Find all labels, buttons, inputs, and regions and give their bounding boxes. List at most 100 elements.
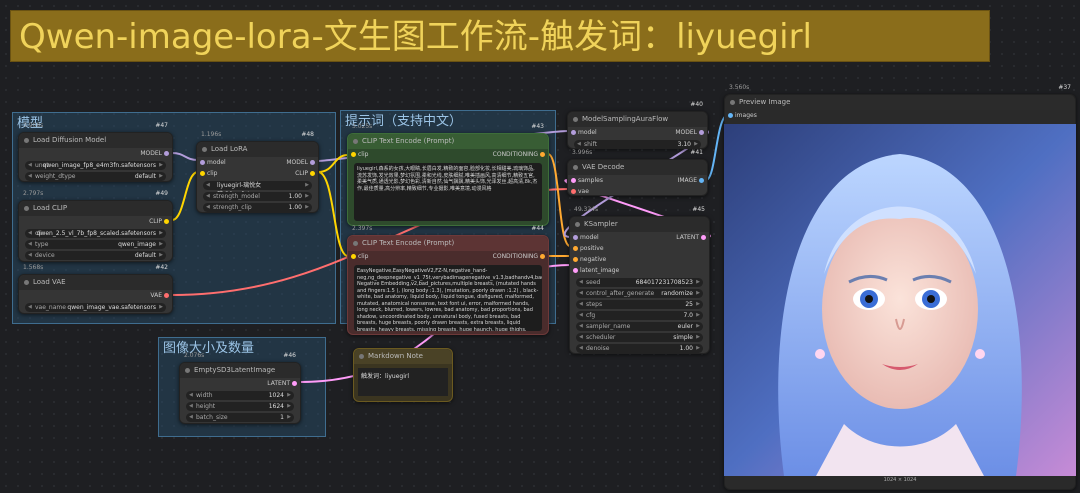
node-title: Load Diffusion Model	[19, 133, 172, 148]
widget-value: 1624	[268, 403, 284, 410]
input-clip-socket[interactable]	[200, 171, 205, 176]
widget-value: 1.00	[679, 345, 693, 352]
node-empty-sd3-latent-image[interactable]: 2.076s #46 EmptySD3LatentImage LATENT wi…	[179, 352, 301, 424]
input-positive-socket[interactable]	[573, 246, 578, 251]
output-latent: LATENT	[267, 380, 290, 387]
output-clip-socket[interactable]	[310, 171, 315, 176]
output-conditioning-socket[interactable]	[540, 254, 545, 259]
batch-size-widget[interactable]: batch_size 1	[186, 413, 294, 422]
input-model-socket[interactable]	[200, 160, 205, 165]
node-time: 2.397s	[352, 225, 373, 232]
cfg-widget[interactable]: cfg 7.0	[576, 311, 703, 320]
node-id: #47	[155, 122, 168, 129]
widget-value: 3.10	[677, 141, 691, 148]
node-id: #41	[690, 149, 703, 156]
vae-name-widget[interactable]: vae_nameqwen_image_vae.safetensors	[25, 303, 166, 312]
widget-value: randomize	[661, 290, 693, 297]
input-clip: clip	[358, 253, 369, 260]
widget-label: strength_model	[213, 193, 260, 200]
input-images-socket[interactable]	[728, 113, 733, 118]
widget-label: weight_dtype	[35, 173, 76, 180]
node-load-lora[interactable]: 1.196s #48 Load LoRA model MODEL clip CLIP…	[196, 131, 319, 213]
input-model: model	[207, 159, 226, 166]
node-title: Preview Image	[725, 95, 1075, 110]
node-time: 3.996s	[572, 149, 593, 156]
node-title: KSampler	[570, 217, 709, 232]
scheduler-widget[interactable]: scheduler simple	[576, 333, 703, 342]
node-title: CLIP Text Encode (Prompt)	[348, 236, 548, 251]
widget-value: 25	[685, 301, 693, 308]
output-model-socket[interactable]	[310, 160, 315, 165]
widget-value: default	[134, 173, 156, 180]
node-id: #48	[301, 131, 314, 138]
node-model-sampling-auraflow[interactable]: #40 ModelSamplingAuraFlow model MODEL shi…	[567, 101, 708, 149]
widget-label: batch_size	[196, 414, 228, 421]
clip-device-widget[interactable]: device default	[25, 251, 166, 260]
steps-widget[interactable]: steps 25	[576, 300, 703, 309]
node-markdown-note[interactable]: Markdown Note 触发词：liyuegirl	[353, 348, 453, 402]
widget-value: 1	[280, 414, 284, 421]
node-id: #40	[690, 101, 703, 108]
input-vae-socket[interactable]	[571, 189, 576, 194]
output-latent-socket[interactable]	[701, 235, 706, 240]
node-load-diffusion-model[interactable]: 3.908s #47 Load Diffusion Model MODEL un…	[18, 122, 173, 182]
input-images: images	[735, 112, 757, 119]
strength-clip-widget[interactable]: strength_clip 1.00	[203, 203, 312, 212]
widget-label: cfg	[586, 312, 596, 319]
widget-label: width	[196, 392, 213, 399]
output-conditioning: CONDITIONING	[492, 151, 538, 158]
input-model-socket[interactable]	[571, 130, 576, 135]
widget-value: qwen_2.5_vl_7b_fp8_scaled.safetensors	[36, 230, 156, 237]
positive-prompt-textarea[interactable]: liyuegirl,森系的女孩,大眼睛,长眉白发,精致的面容,脸部化妆,长相甜美…	[354, 163, 542, 221]
clip-type-widget[interactable]: type qwen_image	[25, 240, 166, 249]
input-model: model	[578, 129, 597, 136]
node-ksampler[interactable]: 49.324s #45 KSampler model LATENT positiv…	[569, 206, 710, 354]
input-model-socket[interactable]	[573, 235, 578, 240]
widget-value: 7.0	[683, 312, 693, 319]
node-positive-prompt[interactable]: 3.025s #43 CLIP Text Encode (Prompt) cli…	[347, 123, 549, 226]
node-load-vae[interactable]: 1.568s #42 Load VAE VAE vae_nameqwen_ima…	[18, 264, 173, 314]
node-load-clip[interactable]: 2.797s #49 Load CLIP CLIP cliqwen_2.5_vl…	[18, 190, 173, 262]
node-title: Load CLIP	[19, 201, 172, 216]
denoise-widget[interactable]: denoise 1.00	[576, 344, 703, 353]
strength-model-widget[interactable]: strength_model 1.00	[203, 192, 312, 201]
node-time: 3.560s	[729, 84, 750, 91]
node-vae-decode[interactable]: 3.996s #41 VAE Decode samples IMAGE vae	[567, 149, 708, 196]
input-negative-socket[interactable]	[573, 257, 578, 262]
unet-name-widget[interactable]: unetqwen_image_fp8_e4m3fn.safetensors	[25, 161, 166, 170]
output-model-socket[interactable]	[164, 151, 169, 156]
output-clip: CLIP	[295, 170, 308, 177]
input-latent-socket[interactable]	[573, 268, 578, 273]
output-latent-socket[interactable]	[292, 381, 297, 386]
widget-value: qwen_image	[118, 241, 156, 248]
sampler-name-widget[interactable]: sampler_name euler	[576, 322, 703, 331]
output-model-socket[interactable]	[699, 130, 704, 135]
weight-dtype-widget[interactable]: weight_dtype default	[25, 172, 166, 181]
output-conditioning-socket[interactable]	[540, 152, 545, 157]
output-clip-socket[interactable]	[164, 219, 169, 224]
input-model: model	[580, 234, 599, 241]
widget-value: euler	[677, 323, 693, 330]
node-id: #37	[1058, 84, 1071, 91]
negative-prompt-textarea[interactable]: EasyNegative,EasyNegativeV2,FZ-N,negativ…	[354, 265, 542, 331]
height-widget[interactable]: height 1624	[186, 402, 294, 411]
seed-widget[interactable]: seed 684017231708523	[576, 278, 703, 287]
input-clip-socket[interactable]	[351, 152, 356, 157]
node-negative-prompt[interactable]: 2.397s #44 CLIP Text Encode (Prompt) cli…	[347, 225, 549, 335]
width-widget[interactable]: width 1024	[186, 391, 294, 400]
input-samples-socket[interactable]	[571, 178, 576, 183]
clip-name-widget[interactable]: cliqwen_2.5_vl_7b_fp8_scaled.safetensors	[25, 229, 166, 238]
shift-widget[interactable]: shift 3.10	[574, 140, 701, 149]
widget-label: sampler_name	[586, 323, 631, 330]
widget-label: strength_clip	[213, 204, 252, 211]
input-clip: clip	[358, 151, 369, 158]
input-clip-socket[interactable]	[351, 254, 356, 259]
output-image-socket[interactable]	[699, 178, 704, 183]
output-vae-socket[interactable]	[164, 293, 169, 298]
node-id: #42	[155, 264, 168, 271]
lora-name-widget[interactable]: liyuegirl-璃悦女孩-20.safetensors	[203, 181, 312, 198]
widget-label: vae_name	[35, 304, 66, 311]
note-content[interactable]: 触发词：liyuegirl	[358, 368, 448, 396]
output-model: MODEL	[140, 150, 162, 157]
control-after-generate-widget[interactable]: control_after_generate randomize	[576, 289, 703, 298]
